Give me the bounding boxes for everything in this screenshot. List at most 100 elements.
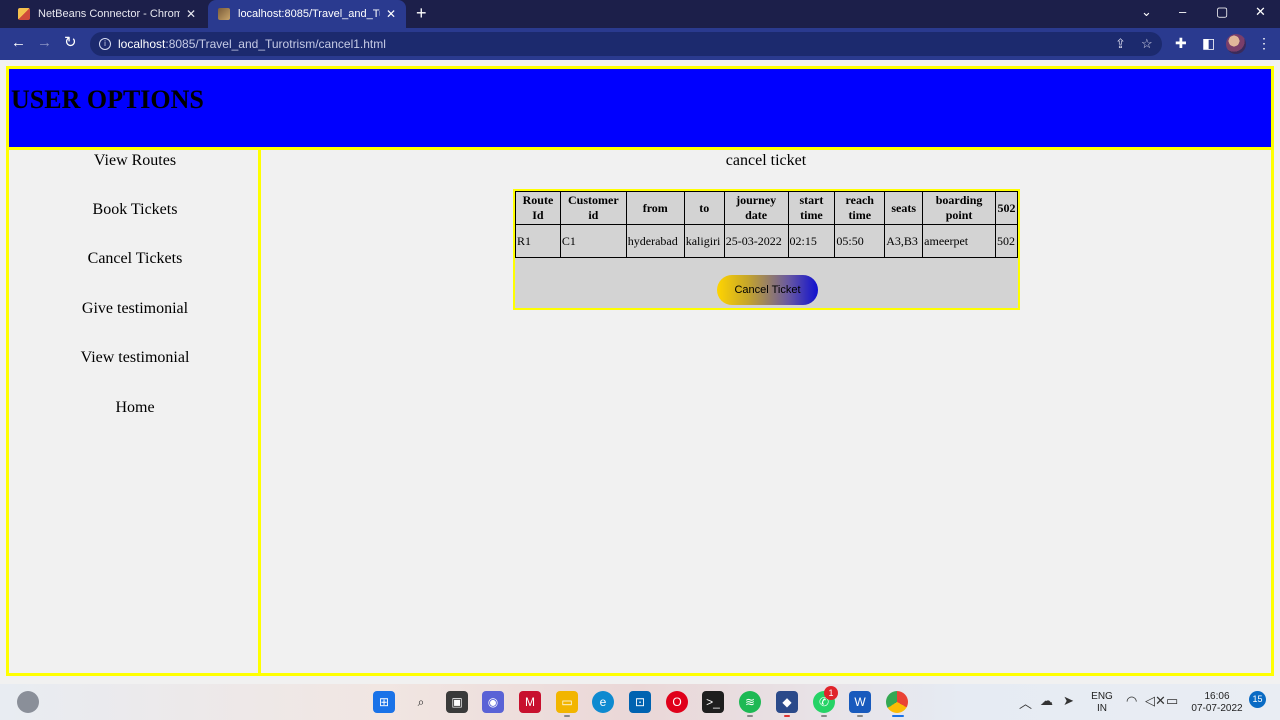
browser-toolbar: ← → ↻ i localhost:8085/Travel_and_Turotr…: [0, 28, 1280, 60]
close-tab-icon[interactable]: ✕: [386, 7, 396, 21]
sidebar-item-cancel-tickets[interactable]: Cancel Tickets: [9, 250, 261, 268]
table-header-row: Route Id Customer id from to journey dat…: [515, 191, 1019, 225]
tab-search-chevron-icon[interactable]: ⌄: [1141, 4, 1152, 20]
minimize-icon[interactable]: –: [1179, 4, 1186, 19]
column-header: Customer id: [559, 191, 627, 225]
page-frame: USER OPTIONS View Routes Book Tickets Ca…: [6, 66, 1274, 676]
column-header: from: [625, 191, 685, 225]
opera-icon[interactable]: O: [666, 691, 688, 713]
column-header: start time: [787, 191, 836, 225]
active-indicator: [747, 715, 753, 717]
column-header: journey date: [723, 191, 789, 225]
sidebar-item-book-tickets[interactable]: Book Tickets: [9, 201, 261, 219]
sidebar-item-view-testimonial[interactable]: View testimonial: [9, 349, 261, 367]
active-indicator: [892, 715, 904, 717]
column-header: seats: [884, 191, 924, 225]
ticket-form: Route Id Customer id from to journey dat…: [513, 189, 1020, 310]
forward-arrow-icon[interactable]: →: [37, 34, 52, 52]
security-app-icon[interactable]: ◆: [776, 691, 798, 713]
cloud-sync-icon[interactable]: ☁: [1040, 693, 1053, 709]
active-indicator: [857, 715, 863, 717]
table-cell: 25-03-2022: [723, 224, 789, 258]
active-indicator: [564, 715, 570, 717]
search-icon[interactable]: ⌕: [410, 691, 432, 713]
chrome-icon[interactable]: [886, 691, 908, 713]
battery-icon[interactable]: ▭: [1166, 693, 1178, 709]
table-cell: 502: [994, 224, 1019, 258]
url-host: localhost: [118, 37, 166, 51]
maximize-icon[interactable]: ▢: [1216, 4, 1228, 20]
tab-title: NetBeans Connector - Chrome W: [38, 8, 180, 20]
clock[interactable]: 16:06 07-07-2022: [1187, 691, 1247, 715]
tab-localhost-active[interactable]: localhost:8085/Travel_and_Turotrism ✕: [208, 0, 406, 28]
teams-chat-icon[interactable]: ◉: [482, 691, 504, 713]
netbeans-favicon-icon: [18, 8, 30, 20]
whatsapp-unread-badge: 1: [824, 686, 838, 700]
table-cell: R1: [515, 224, 561, 258]
wifi-icon[interactable]: ◠: [1126, 693, 1137, 709]
tab-netbeans-connector[interactable]: NetBeans Connector - Chrome W ✕: [8, 0, 206, 28]
file-explorer-icon[interactable]: ▭: [556, 691, 578, 713]
table-cell: ameerpet: [922, 224, 996, 258]
web-page: USER OPTIONS View Routes Book Tickets Ca…: [0, 60, 1280, 684]
column-header: to: [683, 191, 725, 225]
bookmark-star-icon[interactable]: ☆: [1141, 36, 1153, 52]
column-header: reach time: [834, 191, 886, 225]
language-code: ENG: [1091, 691, 1113, 702]
edge-browser-icon[interactable]: e: [592, 691, 614, 713]
cancel-ticket-button[interactable]: Cancel Ticket: [717, 275, 818, 305]
language-indicator[interactable]: ENG IN: [1090, 691, 1114, 715]
share-icon[interactable]: ⇪: [1115, 36, 1126, 52]
widgets-icon[interactable]: [17, 691, 39, 713]
side-panel-icon[interactable]: ◧: [1202, 35, 1215, 52]
sidebar-item-home[interactable]: Home: [9, 399, 261, 417]
url-text[interactable]: localhost:8085/Travel_and_Turotrism/canc…: [118, 37, 386, 51]
column-header: Route Id: [515, 191, 561, 225]
new-tab-plus-icon[interactable]: +: [416, 4, 427, 22]
page-header: USER OPTIONS: [9, 69, 1271, 150]
url-path: :8085/Travel_and_Turotrism/cancel1.html: [165, 37, 386, 51]
menu-kebab-icon[interactable]: ⋮: [1257, 35, 1271, 52]
notification-count-badge[interactable]: 15: [1249, 691, 1266, 708]
close-tab-icon[interactable]: ✕: [186, 7, 196, 21]
chevron-up-icon[interactable]: ︿: [1019, 693, 1032, 712]
page-title: USER OPTIONS: [11, 85, 204, 114]
table-cell: kaligiri: [683, 224, 725, 258]
table-cell: hyderabad: [625, 224, 685, 258]
speaker-muted-icon[interactable]: ◁✕: [1145, 693, 1166, 709]
table-row: R1 C1 hyderabad kaligiri 25-03-2022 02:1…: [515, 224, 1019, 258]
clock-date: 07-07-2022: [1191, 703, 1243, 714]
column-header: 502: [994, 191, 1019, 225]
extensions-puzzle-icon[interactable]: ✚: [1175, 35, 1187, 52]
active-indicator: [784, 715, 790, 717]
spotify-icon[interactable]: ≋: [739, 691, 761, 713]
sidebar-item-give-testimonial[interactable]: Give testimonial: [9, 300, 261, 318]
section-title: cancel ticket: [725, 152, 807, 169]
windows-start-icon[interactable]: ⊞: [373, 691, 395, 713]
send-icon[interactable]: ➤: [1063, 693, 1074, 709]
mcafee-icon[interactable]: M: [519, 691, 541, 713]
taskbar: ⊞ ⌕ ▣ ◉ M ▭ e ⊡ O >_ ≋ ◆ ✆ W ︿ ☁ ➤ ENG I…: [0, 684, 1280, 720]
word-icon[interactable]: W: [849, 691, 871, 713]
close-window-icon[interactable]: ✕: [1255, 4, 1266, 20]
clock-time: 16:06: [1204, 691, 1230, 702]
microsoft-store-icon[interactable]: ⊡: [629, 691, 651, 713]
back-arrow-icon[interactable]: ←: [11, 34, 26, 52]
page-favicon-icon: [218, 8, 230, 20]
table-cell: C1: [559, 224, 627, 258]
task-view-icon[interactable]: ▣: [446, 691, 468, 713]
table-cell: 02:15: [787, 224, 836, 258]
tab-strip: NetBeans Connector - Chrome W ✕ localhos…: [0, 0, 1280, 28]
main-content: cancel ticket Route Id Customer id from …: [261, 150, 1271, 673]
column-header: boarding point: [922, 191, 996, 225]
active-indicator: [821, 715, 827, 717]
sidebar-item-view-routes[interactable]: View Routes: [9, 152, 261, 170]
reload-icon[interactable]: ↻: [64, 34, 77, 52]
tab-title: localhost:8085/Travel_and_Turotrism: [238, 8, 380, 20]
sidebar: View Routes Book Tickets Cancel Tickets …: [9, 150, 261, 673]
address-bar[interactable]: i localhost:8085/Travel_and_Turotrism/ca…: [90, 32, 1162, 56]
site-info-icon[interactable]: i: [99, 38, 111, 50]
region-code: IN: [1097, 703, 1107, 714]
terminal-icon[interactable]: >_: [702, 691, 724, 713]
profile-avatar[interactable]: [1226, 34, 1246, 54]
